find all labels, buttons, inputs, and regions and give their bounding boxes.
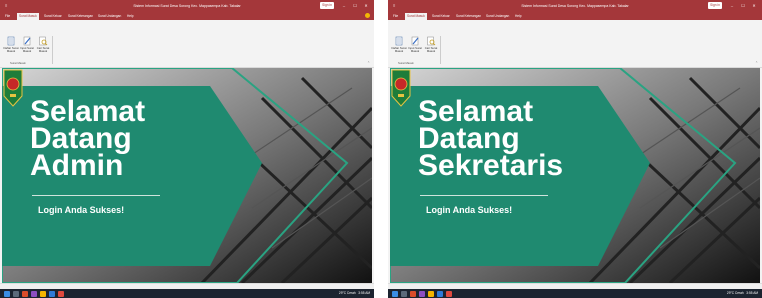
ribbon-tabs: File Surat Masuk Surat Keluar Surat Kete… [388, 11, 762, 20]
app-icon[interactable] [31, 290, 37, 297]
system-tray: 29°C Cerah 3:55 AM [727, 291, 758, 295]
start-icon[interactable] [4, 290, 10, 297]
collapse-ribbon-icon[interactable]: ⌃ [755, 61, 758, 65]
folder-icon[interactable] [40, 290, 46, 297]
tab-surat-undangan[interactable]: Surat Undangan [96, 13, 123, 20]
browser-icon[interactable] [410, 290, 416, 297]
mail-icon[interactable] [49, 290, 55, 297]
welcome-line-1: Selamat [30, 95, 146, 128]
input-surat-masuk-button[interactable]: Input Surat Masuk [407, 36, 423, 53]
weather-text: 29°C Cerah [338, 291, 356, 295]
mail-icon[interactable] [437, 290, 443, 297]
daftar-surat-masuk-button[interactable]: Daftar Surat Masuk [391, 36, 407, 53]
tab-file[interactable]: File [391, 13, 400, 20]
taskbar: 29°C Cerah 3:55 AM [388, 289, 762, 298]
start-icon[interactable] [392, 290, 398, 297]
welcome-line-2: Datang [418, 122, 520, 155]
login-success-text: Login Anda Sukses! [426, 205, 513, 215]
minimize-icon[interactable]: – [340, 3, 348, 9]
cari-surat-masuk-label: Cari Surat Masuk [424, 46, 438, 54]
search-document-icon [39, 36, 48, 46]
tab-surat-undangan[interactable]: Surat Undangan [484, 13, 511, 20]
pencil-edit-icon [23, 36, 31, 46]
tab-help[interactable]: Help [125, 13, 136, 20]
search-document-icon [427, 36, 436, 46]
group-label: Surat Masuk [398, 61, 414, 65]
sign-in-button[interactable]: Sign in [708, 2, 722, 9]
tab-surat-masuk[interactable]: Surat Masuk [405, 13, 427, 20]
login-success-text: Login Anda Sukses! [38, 205, 125, 215]
welcome-line-3: Admin [30, 149, 124, 182]
tab-surat-keterangan[interactable]: Surat Keterangan [66, 13, 95, 20]
notification-icon[interactable] [365, 13, 370, 18]
title-bar: ≡ Sistem Informasi Surat Desa Sorong Kec… [0, 0, 374, 11]
tab-surat-keterangan[interactable]: Surat Keterangan [454, 13, 483, 20]
app-icon[interactable] [419, 290, 425, 297]
search-icon[interactable] [401, 290, 407, 297]
ribbon: Daftar Surat Masuk Input Surat Masuk Car… [0, 20, 374, 68]
input-surat-masuk-button[interactable]: Input Surat Masuk [19, 36, 35, 53]
collapse-ribbon-icon[interactable]: ⌃ [367, 61, 370, 65]
taskbar: 29°C Cerah 3:55 AM [0, 289, 374, 298]
sign-in-button[interactable]: Sign in [320, 2, 334, 9]
welcome-line-1: Selamat [418, 95, 534, 128]
system-tray: 29°C Cerah 3:55 AM [339, 291, 370, 295]
clock-text: 3:55 AM [746, 291, 758, 295]
search-icon[interactable] [13, 290, 19, 297]
tab-help[interactable]: Help [513, 13, 524, 20]
ribbon: Daftar Surat Masuk Input Surat Masuk Car… [388, 20, 762, 68]
regency-emblem-logo [391, 69, 411, 107]
tab-surat-keluar[interactable]: Surat Keluar [42, 13, 64, 20]
screen-sekretaris: ≡ Sistem Informasi Surat Desa Sorong Kec… [388, 0, 762, 298]
window-title: Sistem Informasi Surat Desa Sorong Kec. … [133, 3, 241, 8]
access-app-icon[interactable] [58, 290, 64, 297]
welcome-form: Selamat Datang Sekretaris Login Anda Suk… [390, 68, 760, 283]
document-list-icon [395, 36, 403, 46]
welcome-heading: Selamat Datang Sekretaris [418, 95, 564, 182]
window-title: Sistem Informasi Surat Desa Sorong Kec. … [521, 3, 629, 8]
browser-icon[interactable] [22, 290, 28, 297]
screen-admin: ≡ Sistem Informasi Surat Desa Sorong Kec… [0, 0, 374, 298]
tab-surat-keluar[interactable]: Surat Keluar [430, 13, 452, 20]
welcome-heading: Selamat Datang Admin [30, 95, 146, 182]
tab-file[interactable]: File [3, 13, 12, 20]
pencil-edit-icon [411, 36, 419, 46]
close-icon[interactable]: ✕ [750, 3, 758, 9]
clock-text: 3:55 AM [358, 291, 370, 295]
cari-surat-masuk-label: Cari Surat Masuk [36, 46, 50, 54]
welcome-form: Selamat Datang Admin Login Anda Sukses! [2, 68, 372, 283]
daftar-surat-masuk-label: Daftar Surat Masuk [3, 46, 19, 54]
access-app-icon[interactable] [446, 290, 452, 297]
regency-emblem-logo [3, 69, 23, 107]
welcome-line-3: Sekretaris [418, 149, 564, 182]
maximize-icon[interactable]: ☐ [351, 3, 359, 9]
maximize-icon[interactable]: ☐ [739, 3, 747, 9]
document-list-icon [7, 36, 15, 46]
input-surat-masuk-label: Input Surat Masuk [20, 46, 34, 54]
input-surat-masuk-label: Input Surat Masuk [408, 46, 422, 54]
divider [420, 195, 548, 196]
close-icon[interactable]: ✕ [362, 3, 370, 9]
divider [32, 195, 160, 196]
daftar-surat-masuk-label: Daftar Surat Masuk [391, 46, 407, 54]
ribbon-tabs: File Surat Masuk Surat Keluar Surat Kete… [0, 11, 374, 20]
weather-text: 29°C Cerah [726, 291, 744, 295]
welcome-line-2: Datang [30, 122, 132, 155]
title-bar: ≡ Sistem Informasi Surat Desa Sorong Kec… [388, 0, 762, 11]
cari-surat-masuk-button[interactable]: Cari Surat Masuk [423, 36, 439, 53]
folder-icon[interactable] [428, 290, 434, 297]
minimize-icon[interactable]: – [728, 3, 736, 9]
tab-surat-masuk[interactable]: Surat Masuk [17, 13, 39, 20]
group-separator [52, 36, 53, 64]
daftar-surat-masuk-button[interactable]: Daftar Surat Masuk [3, 36, 19, 53]
cari-surat-masuk-button[interactable]: Cari Surat Masuk [35, 36, 51, 53]
group-label: Surat Masuk [10, 61, 26, 65]
group-separator [440, 36, 441, 64]
